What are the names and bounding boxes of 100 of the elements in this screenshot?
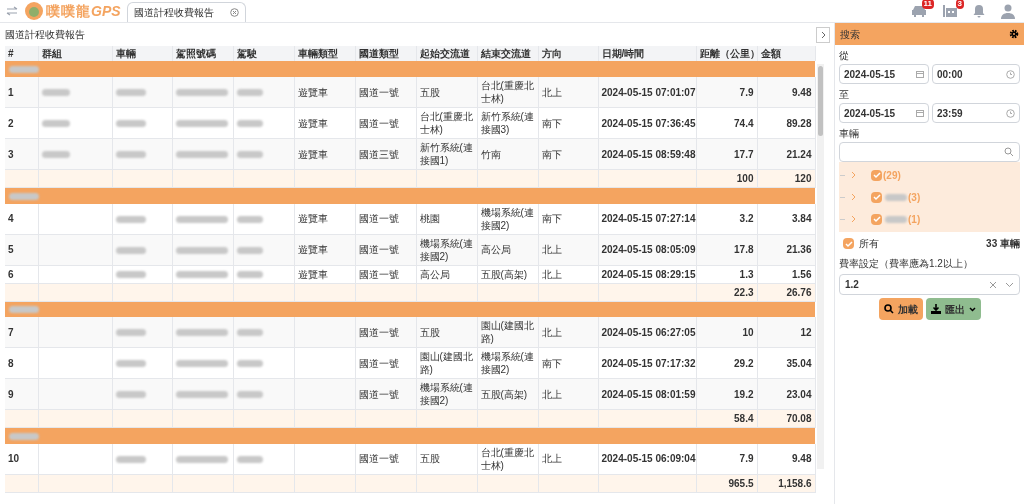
checkbox[interactable] bbox=[871, 169, 882, 181]
clear-icon[interactable] bbox=[989, 280, 997, 289]
table-cell: 新竹系統(連接國3) bbox=[480, 111, 534, 135]
redacted-text bbox=[175, 271, 228, 279]
table-cell: 4 bbox=[8, 213, 14, 224]
table-cell: 23.04 bbox=[786, 388, 812, 400]
table-cell: 南下 bbox=[541, 148, 562, 160]
table-cell: 國道一號 bbox=[358, 357, 399, 369]
redacted-text bbox=[115, 120, 146, 128]
time-field[interactable]: 23:59 bbox=[932, 103, 1020, 123]
table-cell: 五股 bbox=[419, 86, 440, 98]
table-cell: 國道一號 bbox=[358, 244, 399, 255]
chevron-right-icon[interactable] bbox=[851, 171, 856, 179]
page-title: 國道計程收費報告 bbox=[5, 28, 85, 42]
field-label: 費率設定（費率應為1.2以上） bbox=[839, 257, 974, 271]
checkbox[interactable] bbox=[871, 191, 882, 203]
close-icon[interactable] bbox=[229, 8, 239, 17]
table-cell: 北上 bbox=[541, 453, 562, 464]
table-cell: 國道一號 bbox=[358, 326, 399, 338]
redacted-text bbox=[175, 215, 228, 223]
search-field[interactable] bbox=[839, 142, 1020, 162]
redacted-text bbox=[236, 455, 263, 463]
redacted-text bbox=[41, 151, 70, 159]
redacted-text bbox=[41, 89, 70, 97]
table-cell: 7 bbox=[8, 326, 14, 338]
table-cell: 2024-05-15 07:27:14 bbox=[601, 213, 696, 224]
subtotal-distance: 22.3 bbox=[734, 286, 754, 298]
subtotal-distance: 58.4 bbox=[734, 413, 754, 424]
car-icon[interactable] bbox=[910, 4, 928, 18]
redacted-text bbox=[115, 89, 146, 97]
search-icon bbox=[1004, 147, 1014, 157]
date-field[interactable]: 2024-05-15 bbox=[839, 103, 929, 123]
redacted-text bbox=[9, 432, 39, 440]
load-button[interactable]: 加載 bbox=[878, 298, 923, 320]
vehicle-count: 33 車輛 bbox=[986, 237, 1020, 251]
redacted-text bbox=[115, 455, 146, 463]
export-button[interactable]: 匯出 bbox=[925, 298, 981, 320]
table-cell: 北上 bbox=[541, 244, 562, 255]
chevron-right-icon[interactable] bbox=[851, 215, 856, 223]
redacted-text bbox=[236, 151, 263, 159]
table-cell: 北上 bbox=[541, 86, 562, 98]
table-cell: 10 bbox=[8, 453, 20, 464]
redacted-text bbox=[175, 360, 228, 368]
chevron-right-icon[interactable] bbox=[851, 193, 856, 201]
table-cell: 南下 bbox=[541, 213, 562, 224]
date-field[interactable]: 2024-05-15 bbox=[839, 64, 929, 84]
table-cell: 遊覽車 bbox=[297, 86, 328, 98]
table-cell: 遊覽車 bbox=[297, 117, 328, 129]
checkbox[interactable] bbox=[843, 238, 854, 249]
user-icon[interactable] bbox=[1000, 3, 1016, 19]
table-cell: 2024-05-15 08:29:15 bbox=[601, 268, 696, 280]
table-cell: 9.48 bbox=[792, 86, 812, 98]
calendar-icon[interactable] bbox=[942, 4, 958, 18]
table-cell: 北上 bbox=[541, 388, 562, 400]
table-cell: 9.48 bbox=[792, 453, 812, 464]
checkbox[interactable] bbox=[871, 213, 882, 225]
scrollbar[interactable] bbox=[816, 64, 824, 469]
table-cell: 南下 bbox=[541, 357, 562, 369]
table-cell: 機場系統(連接國2) bbox=[419, 382, 473, 406]
redacted-text bbox=[9, 65, 39, 73]
time-field[interactable]: 00:00 bbox=[932, 64, 1020, 84]
collapse-button[interactable] bbox=[816, 26, 830, 43]
bell-icon[interactable] bbox=[972, 4, 986, 18]
table-cell: 國道一號 bbox=[358, 117, 399, 129]
redacted-text bbox=[115, 151, 146, 159]
table-cell: 1 bbox=[8, 86, 14, 98]
table-cell: 五股 bbox=[419, 453, 440, 464]
redacted-text bbox=[41, 120, 70, 128]
table-cell: 國道一號 bbox=[358, 453, 399, 464]
panel-title: 搜索 bbox=[840, 27, 860, 42]
table-cell: 高公局 bbox=[480, 244, 511, 255]
table-cell: 國道一號 bbox=[358, 86, 399, 98]
table-cell: 17.8 bbox=[734, 244, 754, 255]
table-cell: 國道一號 bbox=[358, 268, 399, 280]
redacted-text bbox=[115, 246, 146, 254]
field-label: 從 bbox=[839, 49, 850, 63]
redacted-text bbox=[175, 329, 228, 337]
table-cell: 2024-05-15 08:59:48 bbox=[601, 148, 696, 160]
redacted-text bbox=[236, 329, 263, 337]
brand-name: 噗噗龍 bbox=[46, 1, 91, 21]
table-cell: 6 bbox=[8, 268, 14, 280]
table-cell: 2024-05-15 07:17:32 bbox=[601, 357, 696, 369]
tab[interactable]: 國道計程收費報告 bbox=[126, 2, 246, 22]
subtotal-amount: 26.76 bbox=[786, 286, 812, 298]
table-cell: 74.4 bbox=[734, 117, 754, 129]
subtotal-distance: 100 bbox=[736, 173, 754, 184]
rate-select[interactable]: 1.2 bbox=[839, 274, 1020, 295]
table-cell: 五股(高架) bbox=[480, 268, 528, 280]
count-badge: 11 bbox=[921, 0, 934, 9]
table-cell: 21.36 bbox=[786, 244, 812, 255]
table-cell: 89.28 bbox=[786, 117, 812, 129]
chevron-right-icon bbox=[820, 30, 826, 39]
count-badge: 3 bbox=[955, 0, 964, 9]
table-cell: 園山(建國北路) bbox=[480, 320, 534, 344]
settings-icon[interactable] bbox=[1009, 29, 1019, 39]
table-cell: 五股(高架) bbox=[480, 388, 528, 400]
search-icon bbox=[883, 304, 894, 314]
chevron-down-icon[interactable] bbox=[1005, 281, 1014, 288]
table-cell: 北上 bbox=[541, 326, 562, 338]
swap-icon[interactable] bbox=[6, 6, 18, 16]
